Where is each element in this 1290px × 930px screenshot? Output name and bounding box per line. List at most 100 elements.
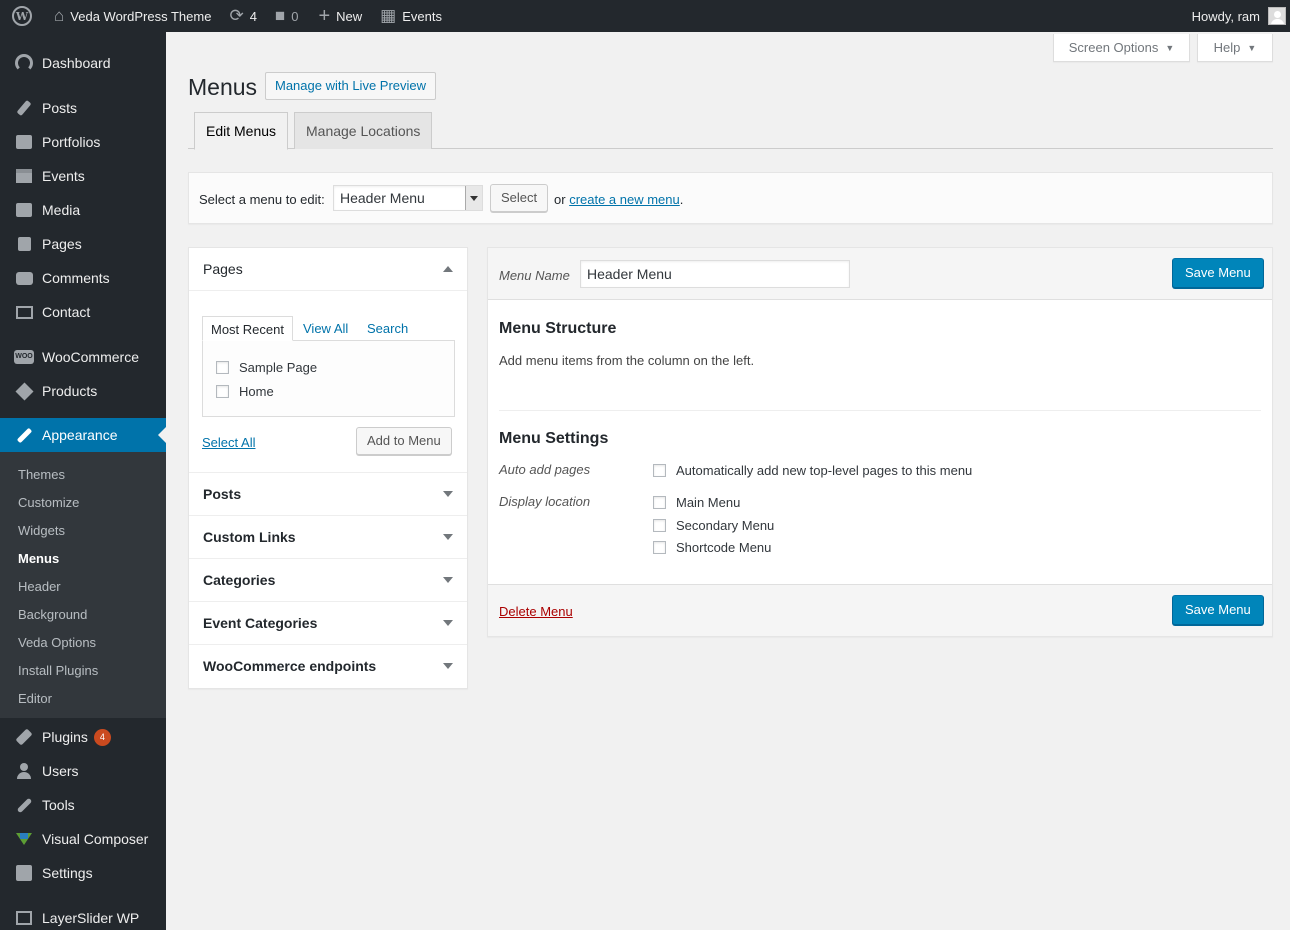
delete-menu-link[interactable]: Delete Menu: [499, 604, 573, 619]
sidebar-item-layerslider[interactable]: LayerSlider WP: [0, 901, 166, 930]
sidebar-item-label: Visual Composer: [42, 831, 149, 847]
site-name-link[interactable]: ⌂ Veda WordPress Theme: [46, 0, 219, 32]
help-button[interactable]: Help ▼: [1197, 34, 1273, 62]
tab-view-all[interactable]: View All: [295, 316, 356, 341]
sidebar-item-tools[interactable]: Tools: [0, 788, 166, 822]
event-categories-section-header[interactable]: Event Categories: [189, 602, 467, 645]
page-option-sample-page[interactable]: Sample Page: [216, 360, 317, 375]
submenu-item-veda-options[interactable]: Veda Options: [18, 635, 96, 650]
sidebar-item-settings[interactable]: Settings: [0, 856, 166, 890]
comments-count: 0: [291, 8, 299, 24]
submenu-item-background[interactable]: Background: [18, 607, 87, 622]
auto-add-option-label: Automatically add new top-level pages to…: [676, 463, 973, 478]
portfolio-icon: [16, 135, 32, 149]
help-label: Help: [1213, 40, 1241, 55]
dashboard-icon: [15, 54, 33, 72]
submenu-item-install-plugins[interactable]: Install Plugins: [18, 663, 98, 678]
wp-logo-menu[interactable]: W: [0, 0, 46, 32]
arrow-down-icon: [443, 577, 453, 583]
plus-icon: +: [318, 4, 331, 27]
select-button[interactable]: Select: [490, 184, 549, 212]
sidebar-item-label: Settings: [42, 865, 93, 881]
sidebar-item-visual-composer[interactable]: Visual Composer: [0, 822, 166, 856]
page-option-label: Home: [239, 384, 274, 399]
sidebar-item-appearance[interactable]: Appearance: [0, 418, 166, 452]
create-new-menu-link[interactable]: create a new menu: [569, 192, 680, 207]
select-menu-label: Select a menu to edit:: [199, 192, 325, 207]
tab-search[interactable]: Search: [359, 316, 416, 341]
menu-settings-title: Menu Settings: [499, 430, 609, 447]
sidebar-item-portfolios[interactable]: Portfolios: [0, 125, 166, 159]
sidebar-item-label: Users: [42, 763, 79, 779]
save-menu-button[interactable]: Save Menu: [1172, 595, 1264, 625]
location-shortcode-menu[interactable]: Shortcode Menu: [653, 540, 771, 555]
checkbox[interactable]: [653, 541, 666, 554]
visual-composer-icon: [16, 831, 32, 847]
checkbox[interactable]: [653, 464, 666, 477]
location-main-menu[interactable]: Main Menu: [653, 495, 740, 510]
sidebar-item-label: Posts: [42, 100, 78, 116]
main-content: Screen Options ▼ Help ▼ Menus Manage wit…: [166, 32, 1290, 930]
sidebar-item-comments[interactable]: Comments: [0, 261, 166, 295]
sidebar-item-users[interactable]: Users: [0, 754, 166, 788]
checkbox[interactable]: [653, 496, 666, 509]
sidebar-item-contact[interactable]: Contact: [0, 295, 166, 329]
categories-section-header[interactable]: Categories: [189, 559, 467, 602]
updates-count: 4: [249, 8, 257, 24]
arrow-down-icon: [443, 491, 453, 497]
save-menu-button[interactable]: Save Menu: [1172, 258, 1264, 288]
tab-manage-locations[interactable]: Manage Locations: [294, 112, 433, 149]
menu-name-input[interactable]: Header Menu: [580, 260, 850, 288]
tab-most-recent[interactable]: Most Recent: [202, 316, 293, 341]
sidebar-item-dashboard[interactable]: Dashboard: [0, 46, 166, 80]
manage-live-preview-button[interactable]: Manage with Live Preview: [265, 72, 437, 100]
woocommerce-endpoints-section-header[interactable]: WooCommerce endpoints: [189, 645, 467, 688]
sidebar-item-label: Media: [42, 202, 81, 218]
comments-link[interactable]: ■ 0: [265, 0, 307, 32]
most-recent-panel: Sample Page Home: [202, 340, 455, 417]
caret-down-icon: ▼: [1165, 42, 1175, 53]
submenu-item-themes[interactable]: Themes: [18, 467, 65, 482]
posts-section-header[interactable]: Posts: [189, 473, 467, 516]
events-link[interactable]: ▦ Events: [370, 0, 450, 32]
tab-edit-menus[interactable]: Edit Menus: [194, 112, 289, 150]
admin-sidebar: Dashboard Posts Portfolios Events Media …: [0, 32, 166, 930]
submenu-item-editor[interactable]: Editor: [18, 691, 52, 706]
add-to-menu-button[interactable]: Add to Menu: [356, 427, 452, 455]
appearance-submenu: Themes Customize Widgets Menus Header Ba…: [0, 452, 166, 718]
home-icon: ⌂: [54, 6, 65, 25]
sidebar-item-label: Comments: [42, 270, 110, 286]
new-content-link[interactable]: + New: [306, 0, 370, 32]
my-account[interactable]: Howdy, ram: [1192, 7, 1290, 25]
checkbox[interactable]: [216, 361, 229, 374]
select-all-link[interactable]: Select All: [202, 435, 255, 450]
sidebar-item-label: Tools: [42, 797, 75, 813]
sidebar-item-label: WooCommerce: [42, 349, 139, 365]
divider: [499, 410, 1261, 411]
sidebar-item-products[interactable]: Products: [0, 374, 166, 408]
pages-section-header[interactable]: Pages: [189, 248, 467, 291]
checkbox[interactable]: [216, 385, 229, 398]
menu-select[interactable]: Header Menu: [333, 185, 483, 211]
sidebar-item-label: Pages: [42, 236, 82, 252]
section-title: WooCommerce endpoints: [203, 658, 377, 674]
checkbox[interactable]: [653, 519, 666, 532]
submenu-item-header[interactable]: Header: [18, 579, 61, 594]
sidebar-item-label: Events: [42, 168, 85, 184]
submenu-item-widgets[interactable]: Widgets: [18, 523, 65, 538]
sidebar-item-media[interactable]: Media: [0, 193, 166, 227]
location-secondary-menu[interactable]: Secondary Menu: [653, 518, 774, 533]
submenu-item-customize[interactable]: Customize: [18, 495, 79, 510]
page-option-home[interactable]: Home: [216, 384, 274, 399]
sidebar-item-posts[interactable]: Posts: [0, 91, 166, 125]
screen-options-button[interactable]: Screen Options ▼: [1053, 34, 1190, 62]
cube-icon: [14, 381, 34, 401]
sidebar-item-pages[interactable]: Pages: [0, 227, 166, 261]
sidebar-item-events[interactable]: Events: [0, 159, 166, 193]
updates-link[interactable]: ⟳ 4: [219, 0, 264, 32]
auto-add-option[interactable]: Automatically add new top-level pages to…: [653, 463, 972, 478]
sidebar-item-woocommerce[interactable]: WOO WooCommerce: [0, 340, 166, 374]
submenu-item-menus[interactable]: Menus: [18, 551, 59, 566]
sidebar-item-plugins[interactable]: Plugins 4: [0, 720, 166, 754]
custom-links-section-header[interactable]: Custom Links: [189, 516, 467, 559]
